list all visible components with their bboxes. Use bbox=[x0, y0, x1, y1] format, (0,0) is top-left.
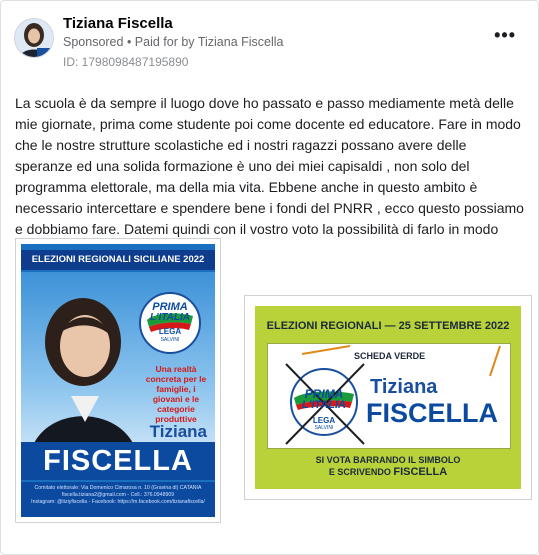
ballot-instruction-name: FISCELLA bbox=[393, 466, 448, 478]
post-body-text: La scuola è da sempre il luogo dove ho p… bbox=[15, 95, 524, 258]
sponsored-line: Sponsored • Paid for by Tiziana Fiscella bbox=[63, 35, 284, 49]
paid-prefix: Paid for by bbox=[134, 35, 198, 49]
ballot-instruction: SI VOTA BARRANDO IL SIMBOLO E SCRIVENDO … bbox=[255, 454, 521, 478]
poster-footer-line: fiscella.tiziana2@gmail.com - Cell.: 376… bbox=[61, 492, 175, 498]
logo-text-italia: L'ITALIA bbox=[150, 312, 190, 323]
poster-footer: Comitato elettorale: Via Domenico Cimaro… bbox=[21, 482, 215, 517]
poster-inner: ELEZIONI REGIONALI SICILIANE 2022 PRIMA … bbox=[21, 244, 215, 517]
poster-banner: ELEZIONI REGIONALI SICILIANE 2022 bbox=[21, 250, 215, 270]
ballot-sheet: SCHEDA VERDE PRIMA L'ITALIA LEGA SALVINI… bbox=[267, 343, 511, 449]
poster-footer-line: Comitato elettorale: Via Domenico Cimaro… bbox=[34, 485, 202, 491]
ballot-first-name: Tiziana bbox=[370, 376, 438, 398]
sponsored-label: Sponsored bbox=[63, 35, 124, 49]
more-options-button[interactable]: ••• bbox=[494, 26, 516, 44]
ballot-instruction-prefix: E SCRIVENDO bbox=[328, 467, 394, 477]
logo-text-salvini: SALVINI bbox=[160, 337, 180, 343]
paid-by-name[interactable]: Tiziana Fiscella bbox=[198, 35, 284, 49]
ballot-background: ELEZIONI REGIONALI — 25 SETTEMBRE 2022 S… bbox=[255, 306, 521, 489]
campaign-poster-image[interactable]: ELEZIONI REGIONALI SICILIANE 2022 PRIMA … bbox=[15, 238, 221, 523]
ballot-instruction-line: E SCRIVENDO FISCELLA bbox=[255, 466, 521, 478]
ballot-title: ELEZIONI REGIONALI — 25 SETTEMBRE 2022 bbox=[266, 320, 510, 332]
poster-last-name: FISCELLA bbox=[43, 445, 193, 477]
ballot-instruction-image[interactable]: ELEZIONI REGIONALI — 25 SETTEMBRE 2022 S… bbox=[244, 295, 532, 500]
author-name[interactable]: Tiziana Fiscella bbox=[63, 15, 173, 32]
poster-slogan: Una realtà concreta per le famiglie, i g… bbox=[145, 364, 207, 424]
ballot-last-name: FISCELLA bbox=[366, 398, 498, 428]
ad-post-card: Tiziana Fiscella Sponsored • Paid for by… bbox=[0, 0, 539, 555]
poster-footer-line: Instagram: @tiziyfiscella - Facebook: ht… bbox=[31, 499, 205, 505]
logo-text-lega: LEGA bbox=[158, 327, 182, 336]
ballot-logo-lega: LEGA bbox=[312, 416, 336, 425]
ad-id: ID: 1798098487195890 bbox=[63, 55, 189, 69]
ballot-instruction-line: SI VOTA BARRANDO IL SIMBOLO bbox=[315, 455, 461, 465]
ballot-logo-salvini: SALVINI bbox=[314, 425, 334, 431]
poster-first-name: Tiziana bbox=[149, 422, 207, 441]
separator-dot: • bbox=[123, 35, 135, 49]
avatar[interactable] bbox=[14, 18, 54, 58]
ballot-logo-italia: L'ITALIA bbox=[302, 399, 346, 411]
avatar-portrait-icon bbox=[15, 19, 53, 57]
